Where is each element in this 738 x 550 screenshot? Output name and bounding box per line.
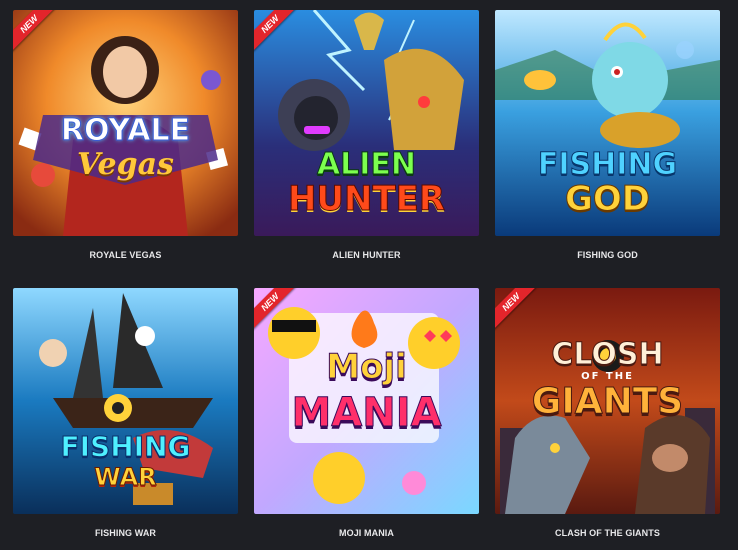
fishing-war-logo-line1: FISHING [60, 430, 191, 463]
alien-hunter-logo-line1: ALIEN [316, 147, 417, 182]
clash-logo-line2: GIANTS [531, 381, 684, 422]
moji-mania-logo-line2: MANIA [291, 390, 442, 436]
fishing-war-logo-line2: WAR [94, 463, 157, 491]
fishing-god-logo-line2: GOD [564, 179, 651, 219]
game-card-royale-vegas[interactable]: ROYALE Vegas NEW [13, 10, 238, 236]
game-title-royale-vegas[interactable]: ROYALE VEGAS [13, 250, 238, 260]
game-card-alien-hunter[interactable]: ALIEN HUNTER NEW [254, 10, 479, 236]
royale-vegas-logo-line2: Vegas [77, 147, 174, 182]
game-grid: ROYALE Vegas NEW ROYALE VEGAS ALIEN HUNT… [0, 0, 738, 550]
moji-mania-logo-line1: Moji [326, 347, 408, 387]
game-title-alien-hunter[interactable]: ALIEN HUNTER [254, 250, 479, 260]
fishing-god-logo-line1: FISHING [537, 147, 678, 182]
game-title-fishing-war[interactable]: FISHING WAR [13, 528, 238, 538]
game-title-clash-of-the-giants[interactable]: CLASH OF THE GIANTS [495, 528, 720, 538]
alien-hunter-logo-line2: HUNTER [287, 179, 446, 219]
game-title-moji-mania[interactable]: MOJI MANIA [254, 528, 479, 538]
game-title-fishing-god[interactable]: FISHING GOD [495, 250, 720, 260]
game-card-fishing-god[interactable]: FISHING GOD [495, 10, 720, 236]
game-card-moji-mania[interactable]: Moji MANIA NEW [254, 288, 479, 514]
game-card-clash-of-the-giants[interactable]: CLOSH OF THE GIANTS NEW [495, 288, 720, 514]
clash-logo-line1: CLOSH [551, 337, 664, 372]
game-card-fishing-war[interactable]: FISHING WAR [13, 288, 238, 514]
royale-vegas-logo-line1: ROYALE [60, 113, 191, 148]
